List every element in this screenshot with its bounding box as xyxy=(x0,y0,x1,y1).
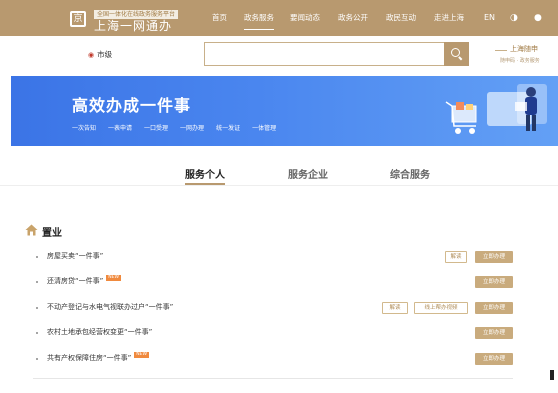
apply-now-button[interactable]: 立即办理 xyxy=(475,276,513,288)
item-label[interactable]: 农村土地承包经营权变更“一件事” xyxy=(47,326,152,338)
apply-now-button[interactable]: 立即办理 xyxy=(475,251,513,263)
bullet xyxy=(36,307,38,309)
interpret-button[interactable]: 解读 xyxy=(382,302,408,314)
list-item[interactable]: 共有产权保障住房“一件事” NEW 立即办理 xyxy=(25,351,515,367)
tab-personal-service[interactable]: 服务个人 xyxy=(185,166,225,185)
scroll-edge-marker xyxy=(550,370,554,380)
bullet xyxy=(36,332,38,334)
bullet xyxy=(36,256,38,258)
new-badge: NEW xyxy=(106,275,121,281)
nav-interaction[interactable]: 政民互动 xyxy=(386,0,416,36)
language-toggle[interactable]: EN xyxy=(484,0,495,36)
banner-tag: 一口受理 xyxy=(144,125,169,132)
banner-tag: 一次告知 xyxy=(72,125,97,132)
online-help-video-button[interactable]: 线上帮办视频 xyxy=(414,302,468,314)
apply-now-button[interactable]: 立即办理 xyxy=(475,327,513,339)
list-item[interactable]: 房屋买卖“一件事” 解读 立即办理 xyxy=(25,249,515,265)
side-promo-title[interactable]: 上海随申 xyxy=(510,44,538,54)
page: 京 全国一体化在线政务服务平台 上海一网通办 首页 政务服务 要闻动态 政务公开… xyxy=(0,0,558,393)
nav-gov-service[interactable]: 政务服务 xyxy=(244,0,274,36)
apply-now-button[interactable]: 立即办理 xyxy=(475,353,513,365)
interpret-button[interactable]: 解读 xyxy=(445,251,467,263)
item-label-text: 还清房贷“一件事” xyxy=(47,277,104,285)
banner-tag: 一网办理 xyxy=(180,125,205,132)
list-item[interactable]: 还清房贷“一件事” NEW 立即办理 xyxy=(25,274,515,290)
banner-tag: 一表申请 xyxy=(108,125,133,132)
side-divider xyxy=(495,50,507,51)
nav-news[interactable]: 要闻动态 xyxy=(290,0,320,36)
bullet xyxy=(36,281,38,283)
nav-open-gov[interactable]: 政务公开 xyxy=(338,0,368,36)
tab-enterprise-service[interactable]: 服务企业 xyxy=(288,166,328,181)
nav-home[interactable]: 首页 xyxy=(212,0,227,36)
logo-subtitle: 全国一体化在线政务服务平台 xyxy=(94,10,179,19)
item-label[interactable]: 还清房贷“一件事” NEW xyxy=(47,275,121,287)
tab-divider xyxy=(0,185,558,186)
search-button[interactable] xyxy=(444,42,469,66)
search-input[interactable] xyxy=(204,42,444,66)
banner-tag: 统一发证 xyxy=(216,125,241,132)
city-selector[interactable]: ◉ 市级 xyxy=(88,48,112,62)
banner-tag: 一体管理 xyxy=(252,125,277,132)
bullet xyxy=(36,358,38,360)
person-illustration xyxy=(515,87,537,131)
tab-comprehensive-service[interactable]: 综合服务 xyxy=(390,166,430,181)
house-icon xyxy=(25,224,38,236)
item-label[interactable]: 房屋买卖“一件事” xyxy=(47,250,103,262)
accessibility-icon[interactable]: ● xyxy=(534,0,542,36)
banner-tags: 一次告知 一表申请 一口受理 一网办理 统一发证 一体管理 xyxy=(72,123,276,132)
nav-shanghai[interactable]: 走进上海 xyxy=(434,0,464,36)
list-item[interactable]: 农村土地承包经营权变更“一件事” 立即办理 xyxy=(25,325,515,341)
top-nav-bar: 京 全国一体化在线政务服务平台 上海一网通办 首页 政务服务 要闻动态 政务公开… xyxy=(0,0,558,36)
item-label-text: 共有产权保障住房“一件事” xyxy=(47,354,132,362)
list-item[interactable]: 不动产登记与水电气视联办过户“一件事” 解读 线上帮办视频 立即办理 xyxy=(25,300,515,316)
side-promo-subtitle: 随申码 · 政务服务 xyxy=(500,58,540,64)
section-divider xyxy=(33,378,513,379)
section-title: 置业 xyxy=(42,228,62,239)
logo-title[interactable]: 上海一网通办 xyxy=(94,19,172,33)
shopping-cart-illustration xyxy=(445,101,477,134)
site-logo-icon[interactable]: 京 xyxy=(70,11,86,27)
elder-mode-icon[interactable]: ◑ xyxy=(510,0,518,36)
city-label: 市级 xyxy=(97,50,113,59)
item-label[interactable]: 共有产权保障住房“一件事” NEW xyxy=(47,352,149,364)
new-badge: NEW xyxy=(134,352,149,358)
banner-title: 高效办成一件事 xyxy=(72,96,192,115)
apply-now-button[interactable]: 立即办理 xyxy=(475,302,513,314)
item-label[interactable]: 不动产登记与水电气视联办过户“一件事” xyxy=(47,301,173,313)
location-pin-icon: ◉ xyxy=(88,51,95,59)
